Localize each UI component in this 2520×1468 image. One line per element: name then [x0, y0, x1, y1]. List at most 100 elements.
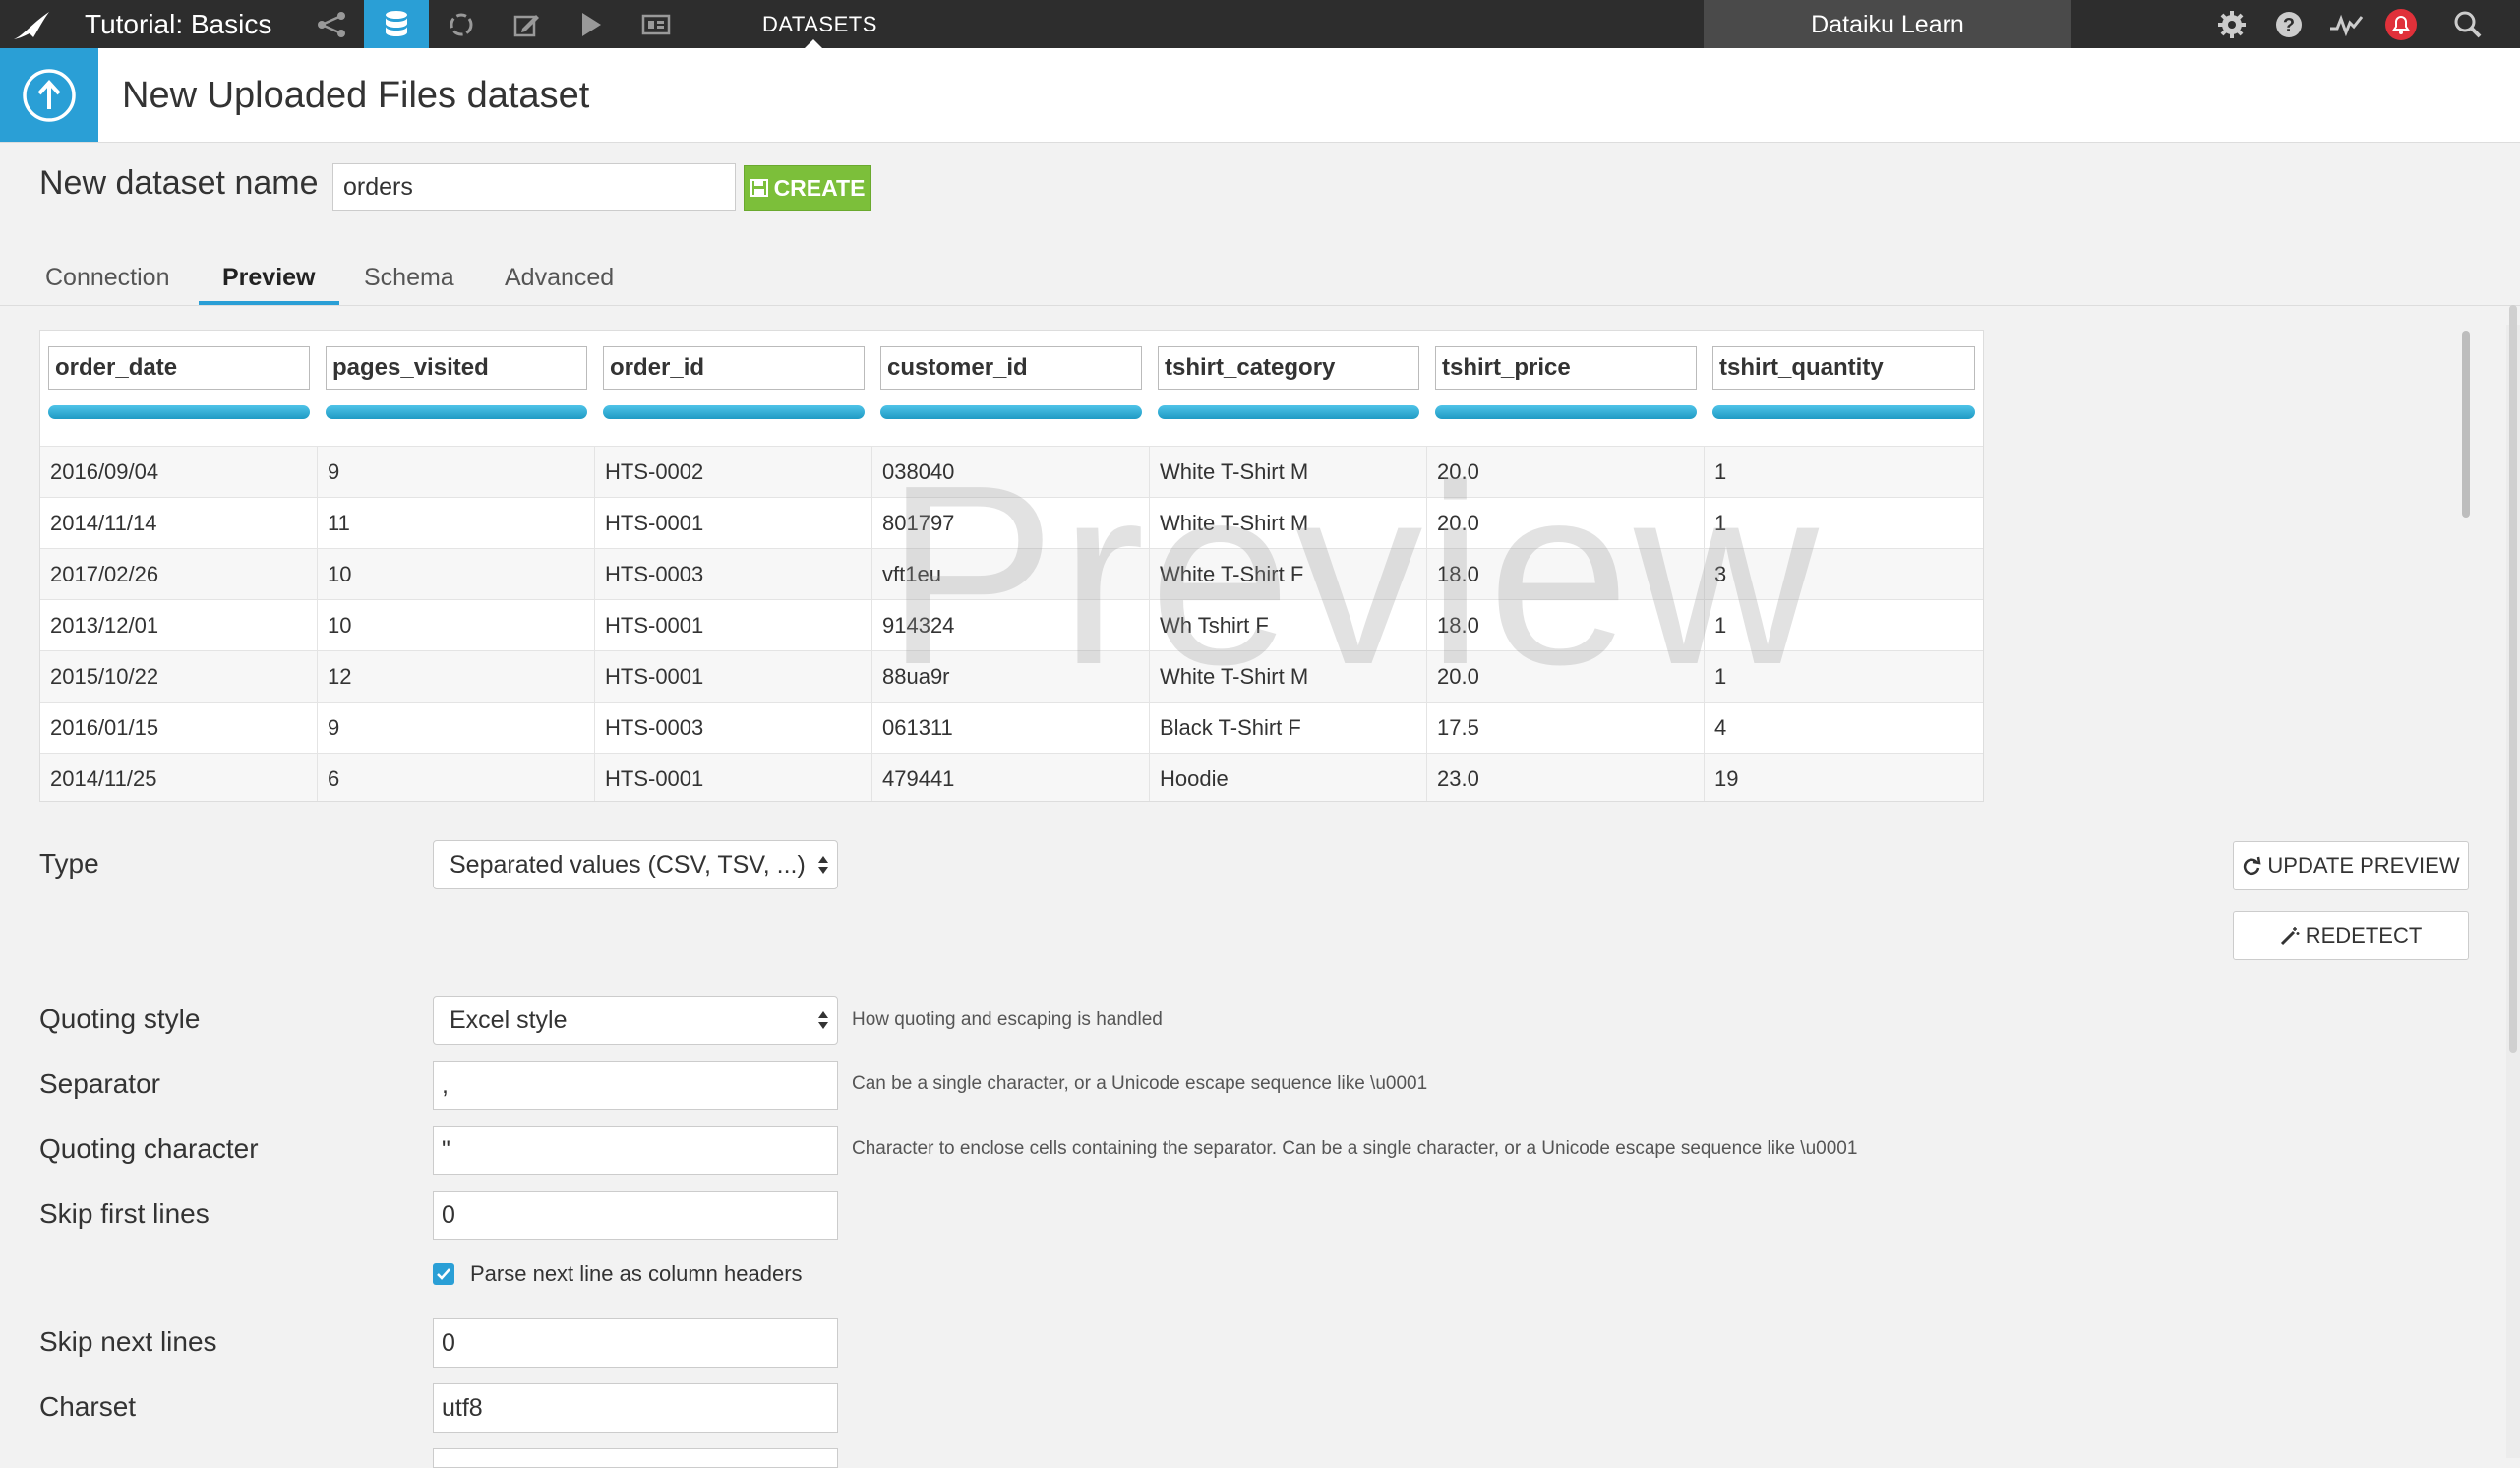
table-cell[interactable]: 11	[318, 498, 595, 549]
table-cell[interactable]: 1	[1705, 600, 1983, 651]
dashboards-icon[interactable]	[624, 0, 689, 48]
table-cell[interactable]: 801797	[872, 498, 1150, 549]
table-cell[interactable]: 9	[318, 447, 595, 498]
column-header[interactable]: order_id	[595, 331, 873, 446]
column-name[interactable]: order_date	[48, 346, 310, 390]
table-cell[interactable]: 1	[1705, 447, 1983, 498]
table-cell[interactable]: 2016/09/04	[40, 447, 318, 498]
table-cell[interactable]: 2017/02/26	[40, 549, 318, 600]
update-preview-button[interactable]: UPDATE PREVIEW	[2233, 841, 2469, 890]
table-cell[interactable]: White T-Shirt M	[1150, 498, 1427, 549]
column-name[interactable]: tshirt_category	[1158, 346, 1419, 390]
instance-name[interactable]: Dataiku Learn	[1704, 0, 2071, 48]
type-select[interactable]: Separated values (CSV, TSV, ...)	[433, 840, 838, 889]
quoting-style-select[interactable]: Excel style	[433, 996, 838, 1045]
quoting-character-input[interactable]: "	[433, 1126, 838, 1175]
dataiku-logo-icon[interactable]	[10, 6, 57, 43]
table-cell[interactable]: 20.0	[1427, 447, 1705, 498]
table-cell[interactable]: White T-Shirt M	[1150, 447, 1427, 498]
tab-connection[interactable]: Connection	[45, 250, 169, 305]
top-navbar: Tutorial: Basics DATASETS Dataiku Learn …	[0, 0, 2520, 48]
next-field-input[interactable]	[433, 1448, 838, 1468]
parse-header-label: Parse next line as column headers	[470, 1261, 803, 1286]
activity-pulse-icon[interactable]	[2319, 0, 2372, 48]
table-cell[interactable]: HTS-0001	[595, 600, 872, 651]
page-scrollbar-thumb[interactable]	[2509, 305, 2517, 1053]
table-cell[interactable]: 038040	[872, 447, 1150, 498]
table-cell[interactable]: 061311	[872, 703, 1150, 754]
create-button[interactable]: CREATE	[744, 165, 871, 211]
table-cell[interactable]: Wh Tshirt F	[1150, 600, 1427, 651]
parse-header-checkbox[interactable]	[433, 1263, 454, 1285]
recipes-icon[interactable]	[429, 0, 494, 48]
table-cell[interactable]: 4	[1705, 703, 1983, 754]
table-cell[interactable]: 3	[1705, 549, 1983, 600]
notebooks-icon[interactable]	[494, 0, 559, 48]
table-cell[interactable]: 20.0	[1427, 651, 1705, 703]
skip-first-lines-input[interactable]: 0	[433, 1191, 838, 1240]
table-cell[interactable]: HTS-0001	[595, 498, 872, 549]
table-cell[interactable]: 20.0	[1427, 498, 1705, 549]
column-header[interactable]: order_date	[40, 331, 319, 446]
charset-input[interactable]: utf8	[433, 1383, 838, 1433]
datasets-icon[interactable]	[364, 0, 429, 48]
column-name[interactable]: customer_id	[880, 346, 1142, 390]
table-cell[interactable]: 17.5	[1427, 703, 1705, 754]
table-cell[interactable]: 18.0	[1427, 549, 1705, 600]
table-cell[interactable]: HTS-0003	[595, 703, 872, 754]
table-cell[interactable]: White T-Shirt F	[1150, 549, 1427, 600]
dataset-name-input[interactable]	[332, 163, 736, 211]
table-cell[interactable]: HTS-0003	[595, 549, 872, 600]
preview-scrollbar-thumb[interactable]	[2462, 331, 2470, 518]
table-cell[interactable]: 2014/11/25	[40, 754, 318, 801]
table-cell[interactable]: Hoodie	[1150, 754, 1427, 801]
skip-next-lines-input[interactable]: 0	[433, 1318, 838, 1368]
table-cell[interactable]: HTS-0001	[595, 754, 872, 801]
table-cell[interactable]: 88ua9r	[872, 651, 1150, 703]
help-icon[interactable]: ?	[2262, 0, 2315, 48]
settings-gear-icon[interactable]	[2205, 0, 2258, 48]
column-name[interactable]: pages_visited	[326, 346, 587, 390]
table-cell[interactable]: 1	[1705, 498, 1983, 549]
table-cell[interactable]: HTS-0001	[595, 651, 872, 703]
search-icon[interactable]	[2441, 0, 2494, 48]
table-cell[interactable]: 9	[318, 703, 595, 754]
column-header[interactable]: customer_id	[872, 331, 1151, 446]
column-name[interactable]: tshirt_price	[1435, 346, 1697, 390]
column-name[interactable]: tshirt_quantity	[1712, 346, 1975, 390]
table-cell[interactable]: 10	[318, 600, 595, 651]
table-cell[interactable]: 1	[1705, 651, 1983, 703]
tab-schema[interactable]: Schema	[364, 250, 454, 305]
notifications-bell-icon[interactable]	[2374, 0, 2428, 48]
column-header[interactable]: tshirt_price	[1427, 331, 1706, 446]
column-name[interactable]: order_id	[603, 346, 865, 390]
table-cell[interactable]: 23.0	[1427, 754, 1705, 801]
tab-advanced[interactable]: Advanced	[505, 250, 614, 305]
quoting-character-label: Quoting character	[39, 1133, 259, 1164]
table-cell[interactable]: 2015/10/22	[40, 651, 318, 703]
column-header[interactable]: pages_visited	[318, 331, 596, 446]
separator-input[interactable]: ,	[433, 1061, 838, 1110]
column-header[interactable]: tshirt_category	[1150, 331, 1428, 446]
table-cell[interactable]: HTS-0002	[595, 447, 872, 498]
flow-icon[interactable]	[299, 0, 364, 48]
table-cell[interactable]: 2016/01/15	[40, 703, 318, 754]
table-cell[interactable]: 6	[318, 754, 595, 801]
redetect-button[interactable]: REDETECT	[2233, 911, 2469, 960]
jobs-play-icon[interactable]	[559, 0, 624, 48]
table-cell[interactable]: 19	[1705, 754, 1983, 801]
table-cell[interactable]: 479441	[872, 754, 1150, 801]
refresh-icon	[2244, 856, 2261, 875]
table-cell[interactable]: vft1eu	[872, 549, 1150, 600]
tab-preview[interactable]: Preview	[199, 250, 339, 305]
table-cell[interactable]: Black T-Shirt F	[1150, 703, 1427, 754]
table-cell[interactable]: 914324	[872, 600, 1150, 651]
table-cell[interactable]: 2013/12/01	[40, 600, 318, 651]
table-cell[interactable]: White T-Shirt M	[1150, 651, 1427, 703]
column-header[interactable]: tshirt_quantity	[1705, 331, 1983, 446]
table-cell[interactable]: 2014/11/14	[40, 498, 318, 549]
table-cell[interactable]: 18.0	[1427, 600, 1705, 651]
table-cell[interactable]: 12	[318, 651, 595, 703]
project-name[interactable]: Tutorial: Basics	[85, 0, 271, 48]
table-cell[interactable]: 10	[318, 549, 595, 600]
